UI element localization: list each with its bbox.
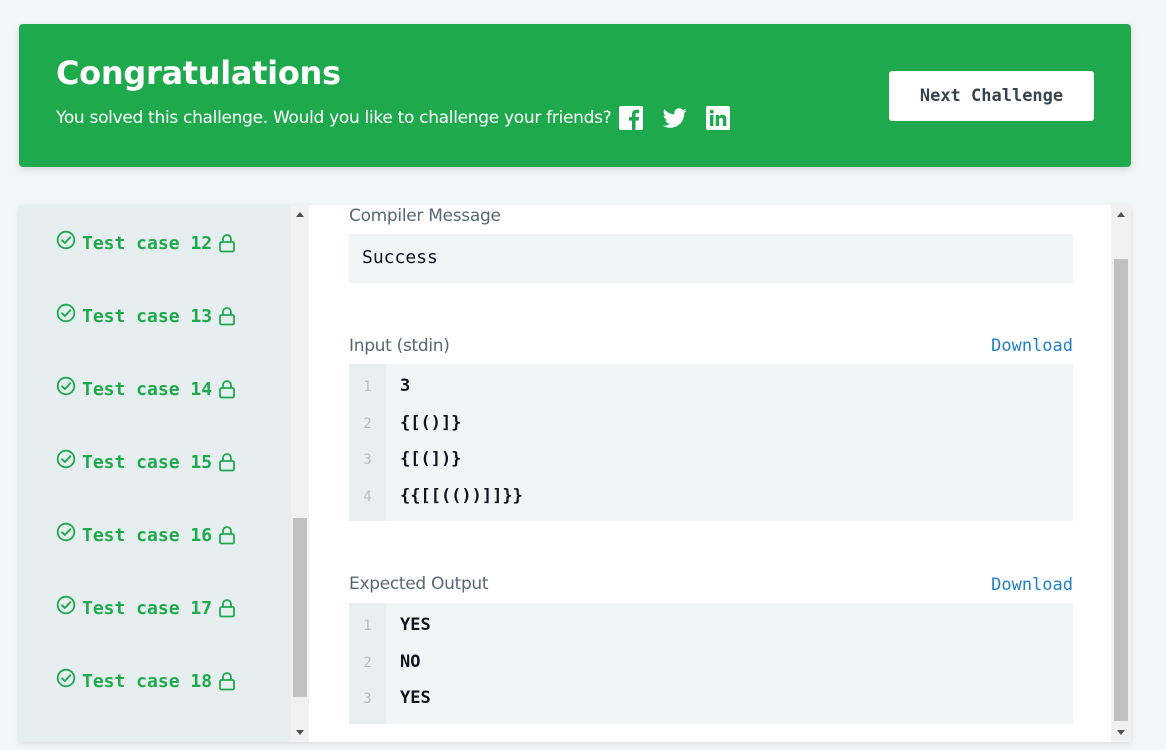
line-text: {[()]} bbox=[400, 412, 462, 433]
lock-icon bbox=[219, 599, 235, 618]
lock-icon bbox=[219, 526, 235, 545]
code-line: 1 YES bbox=[349, 615, 1073, 639]
main-scroll-thumb[interactable] bbox=[1114, 259, 1128, 721]
code-line: 4 {{[[(())]]}} bbox=[349, 486, 1073, 510]
line-number: 4 bbox=[363, 488, 372, 505]
check-circle-icon bbox=[56, 522, 76, 542]
scroll-up-arrow-icon[interactable] bbox=[1117, 212, 1125, 217]
code-line: 3 {[(])} bbox=[349, 449, 1073, 473]
test-case-item[interactable]: Test case 17 bbox=[56, 595, 236, 620]
check-circle-icon bbox=[56, 303, 76, 323]
line-number: 1 bbox=[363, 379, 372, 395]
line-text: 3 bbox=[400, 376, 411, 396]
lock-icon bbox=[219, 453, 235, 472]
compiler-message-text: Success bbox=[362, 247, 438, 268]
code-line: 3 YES bbox=[349, 688, 1073, 712]
lock-icon bbox=[219, 234, 235, 253]
facebook-icon[interactable] bbox=[619, 106, 643, 130]
line-number: 2 bbox=[363, 415, 372, 432]
test-case-label: Test case 18 bbox=[82, 670, 213, 692]
check-circle-icon bbox=[56, 668, 76, 688]
check-circle-icon bbox=[56, 595, 76, 615]
scroll-down-arrow-icon[interactable] bbox=[296, 730, 304, 735]
compiler-message-label: Compiler Message bbox=[349, 206, 501, 226]
sidebar-scroll-thumb[interactable] bbox=[293, 518, 307, 697]
test-case-label: Test case 17 bbox=[82, 597, 213, 619]
main-scrollbar[interactable] bbox=[1111, 205, 1131, 742]
test-case-item[interactable]: Test case 12 bbox=[56, 230, 236, 255]
congratulations-banner: Congratulations You solved this challeng… bbox=[19, 24, 1131, 167]
sidebar-scrollbar[interactable] bbox=[291, 205, 309, 742]
scroll-down-arrow-icon[interactable] bbox=[1117, 730, 1125, 735]
line-number: 3 bbox=[363, 691, 372, 708]
test-case-label: Test case 13 bbox=[82, 305, 213, 327]
test-case-sidebar: Test case 12 Test case 13 Test case 14 Test… bbox=[19, 205, 291, 742]
input-download-link[interactable]: Download bbox=[991, 336, 1073, 356]
banner-subtitle: You solved this challenge. Would you lik… bbox=[56, 108, 612, 128]
expected-output-label: Expected Output bbox=[349, 574, 489, 594]
line-text: YES bbox=[400, 615, 431, 635]
check-circle-icon bbox=[56, 449, 76, 469]
line-text: YES bbox=[400, 688, 431, 709]
line-text: {{[[(())]]}} bbox=[400, 485, 523, 506]
twitter-icon[interactable] bbox=[662, 106, 687, 130]
code-line: 13 bbox=[349, 376, 1073, 400]
expected-output-download-link[interactable]: Download bbox=[991, 575, 1073, 595]
input-label: Input (stdin) bbox=[349, 336, 450, 356]
check-circle-icon bbox=[56, 230, 76, 250]
next-challenge-button[interactable]: Next Challenge bbox=[889, 71, 1094, 121]
results-panel: Test case 12 Test case 13 Test case 14 Test… bbox=[19, 205, 1131, 742]
test-case-item[interactable]: Test case 14 bbox=[56, 376, 236, 401]
banner-title: Congratulations bbox=[56, 54, 341, 92]
test-case-label: Test case 14 bbox=[82, 378, 213, 400]
input-code-box: 1 3 2{[()]} 3{[(])} 4{{[[(())]]}} bbox=[349, 364, 1073, 521]
test-case-item[interactable]: Test case 16 bbox=[56, 522, 236, 547]
lock-icon bbox=[219, 307, 235, 326]
expected-output-code-box: 1 YES 2 NO 3 YES bbox=[349, 603, 1073, 724]
test-case-item[interactable]: Test case 13 bbox=[56, 303, 236, 328]
test-case-item[interactable]: Test case 18 bbox=[56, 668, 236, 693]
test-case-label: Test case 12 bbox=[82, 232, 213, 254]
linkedin-icon[interactable] bbox=[706, 106, 730, 130]
compiler-message-box: Success bbox=[349, 234, 1073, 283]
test-case-label: Test case 15 bbox=[82, 451, 213, 473]
line-number: 2 bbox=[363, 654, 372, 671]
line-number: 1 bbox=[363, 618, 372, 634]
code-line: 2 NO bbox=[349, 652, 1073, 676]
code-line: 2 {[()]} bbox=[349, 413, 1073, 437]
line-text: {[(])} bbox=[400, 449, 462, 470]
lock-icon bbox=[219, 672, 235, 691]
check-circle-icon bbox=[56, 376, 76, 396]
line-number: 3 bbox=[363, 452, 372, 469]
scroll-up-arrow-icon[interactable] bbox=[296, 212, 304, 217]
test-case-label: Test case 16 bbox=[82, 524, 213, 546]
line-text: NO bbox=[400, 651, 421, 672]
test-case-item[interactable]: Test case 15 bbox=[56, 449, 236, 474]
lock-icon bbox=[219, 380, 235, 399]
